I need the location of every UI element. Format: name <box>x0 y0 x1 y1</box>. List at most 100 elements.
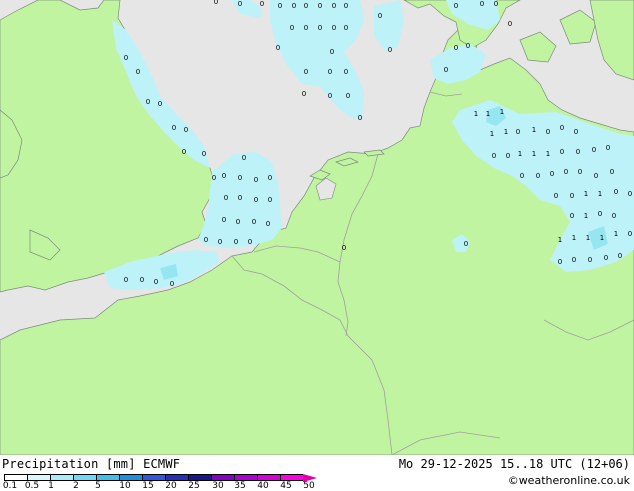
legend-swatch <box>50 474 73 481</box>
precip-amount-label: 0 <box>278 2 282 10</box>
precip-amount-label: 0 <box>550 170 554 178</box>
precip-amount-label: 0 <box>598 210 602 218</box>
map-footer: Precipitation [mm] ECMWF Mo 29-12-2025 1… <box>0 455 634 491</box>
product-title: Precipitation [mm] ECMWF <box>2 457 181 471</box>
precip-amount-label: 0 <box>388 46 392 54</box>
legend-swatch <box>280 474 303 481</box>
precip-amount-label: 0 <box>218 238 222 246</box>
precip-amount-label: 0 <box>222 216 226 224</box>
precip-amount-label: 1 <box>518 150 522 158</box>
precip-amount-label: 0 <box>554 192 558 200</box>
precip-amount-label: 0 <box>558 258 562 266</box>
precip-amount-label: 0 <box>234 238 238 246</box>
precip-amount-label: 0 <box>222 172 226 180</box>
precip-amount-label: 0 <box>136 68 140 76</box>
legend-swatch <box>73 474 96 481</box>
precip-amount-label: 0 <box>570 192 574 200</box>
precip-amount-label: 0 <box>614 188 618 196</box>
legend-swatch <box>142 474 165 481</box>
precip-amount-label: 0 <box>252 218 256 226</box>
legend-swatch <box>234 474 257 481</box>
precip-amount-label: 0 <box>508 20 512 28</box>
precip-amount-label: 0 <box>154 278 158 286</box>
precip-amount-label: 0 <box>344 68 348 76</box>
precip-amount-label: 0 <box>516 128 520 136</box>
precip-amount-label: 0 <box>454 44 458 52</box>
precip-amount-label: 0 <box>592 146 596 154</box>
precip-amount-label: 0 <box>124 54 128 62</box>
precip-amount-label: 0 <box>346 92 350 100</box>
precip-amount-label: 0 <box>358 114 362 122</box>
precip-amount-label: 0 <box>214 0 218 6</box>
legend-swatch <box>165 474 188 481</box>
precip-amount-label: 0 <box>254 176 258 184</box>
precip-amount-label: 0 <box>342 244 346 252</box>
precip-amount-label: 0 <box>604 254 608 262</box>
precip-amount-label: 0 <box>268 196 272 204</box>
precip-amount-label: 0 <box>378 12 382 20</box>
precip-amount-label: 0 <box>546 128 550 136</box>
precip-amount-label: 0 <box>242 154 246 162</box>
precip-amount-label: 0 <box>304 24 308 32</box>
precip-amount-label: 1 <box>600 234 604 242</box>
precip-amount-label: 1 <box>558 236 562 244</box>
precip-amount-label: 0 <box>494 0 498 8</box>
precip-amount-label: 0 <box>238 194 242 202</box>
precip-amount-label: 0 <box>292 2 296 10</box>
weather-map: 0 0 0 0 0 0 0 0 0 0 0 0 0 0 0 0 0 0 0 0 0 0 0 0 0 0 0 0 0 0 0 0 0 0 0 0 0 0 0 0… <box>0 0 634 455</box>
precip-amount-label: 1 <box>486 110 490 118</box>
legend-swatch <box>188 474 211 481</box>
precip-amount-label: 0 <box>328 68 332 76</box>
precip-amount-label: 0 <box>224 194 228 202</box>
precip-amount-label: 0 <box>182 148 186 156</box>
precip-amount-label: 0 <box>268 174 272 182</box>
precip-amount-label: 0 <box>344 24 348 32</box>
precip-amount-label: 0 <box>328 92 332 100</box>
precip-amount-label: 0 <box>506 152 510 160</box>
precip-amount-label: 0 <box>318 24 322 32</box>
precip-amount-label: 0 <box>574 128 578 136</box>
precip-amount-label: 0 <box>276 44 280 52</box>
precip-amount-label: 0 <box>444 66 448 74</box>
precip-amount-label: 0 <box>618 252 622 260</box>
precip-amount-label: 0 <box>466 42 470 50</box>
precip-amount-label: 0 <box>594 172 598 180</box>
precip-amount-label: 0 <box>536 172 540 180</box>
precip-amount-label: 0 <box>304 2 308 10</box>
legend-swatch <box>96 474 119 481</box>
precip-amount-label: 0 <box>318 2 322 10</box>
precip-amount-label: 1 <box>572 234 576 242</box>
precip-amount-label: 0 <box>464 240 468 248</box>
precip-amount-label: 0 <box>572 256 576 264</box>
precip-amount-label: 0 <box>612 212 616 220</box>
precip-amount-label: 0 <box>124 276 128 284</box>
precip-amount-label: 0 <box>302 90 306 98</box>
precip-amount-label: 0 <box>146 98 150 106</box>
precip-amount-label: 0 <box>238 174 242 182</box>
precip-amount-label: 0 <box>260 0 264 8</box>
legend-swatch <box>211 474 234 481</box>
precip-amount-label: 0 <box>172 124 176 132</box>
precip-amount-label: 0 <box>204 236 208 244</box>
precip-amount-label: 0 <box>248 238 252 246</box>
precip-amount-label: 1 <box>532 126 536 134</box>
precip-amount-label: 0 <box>576 148 580 156</box>
precip-amount-label: 0 <box>560 124 564 132</box>
precip-amount-label: 0 <box>236 218 240 226</box>
precip-amount-label: 0 <box>610 168 614 176</box>
precip-amount-label: 0 <box>628 190 632 198</box>
precip-amount-label: 0 <box>170 280 174 288</box>
precip-amount-label: 0 <box>202 150 206 158</box>
precip-amount-label: 1 <box>584 212 588 220</box>
precip-amount-label: 0 <box>158 100 162 108</box>
precip-amount-label: 0 <box>254 196 258 204</box>
precip-amount-label: 0 <box>140 276 144 284</box>
credit-link[interactable]: ©weatheronline.co.uk <box>508 474 630 487</box>
precip-amount-label: 0 <box>564 168 568 176</box>
precip-amount-label: 0 <box>266 220 270 228</box>
precip-amount-label: 0 <box>606 144 610 152</box>
precip-amount-label: 0 <box>332 2 336 10</box>
precip-amount-label: 1 <box>490 130 494 138</box>
precip-amount-label: 0 <box>588 256 592 264</box>
precip-amount-label: 1 <box>598 190 602 198</box>
